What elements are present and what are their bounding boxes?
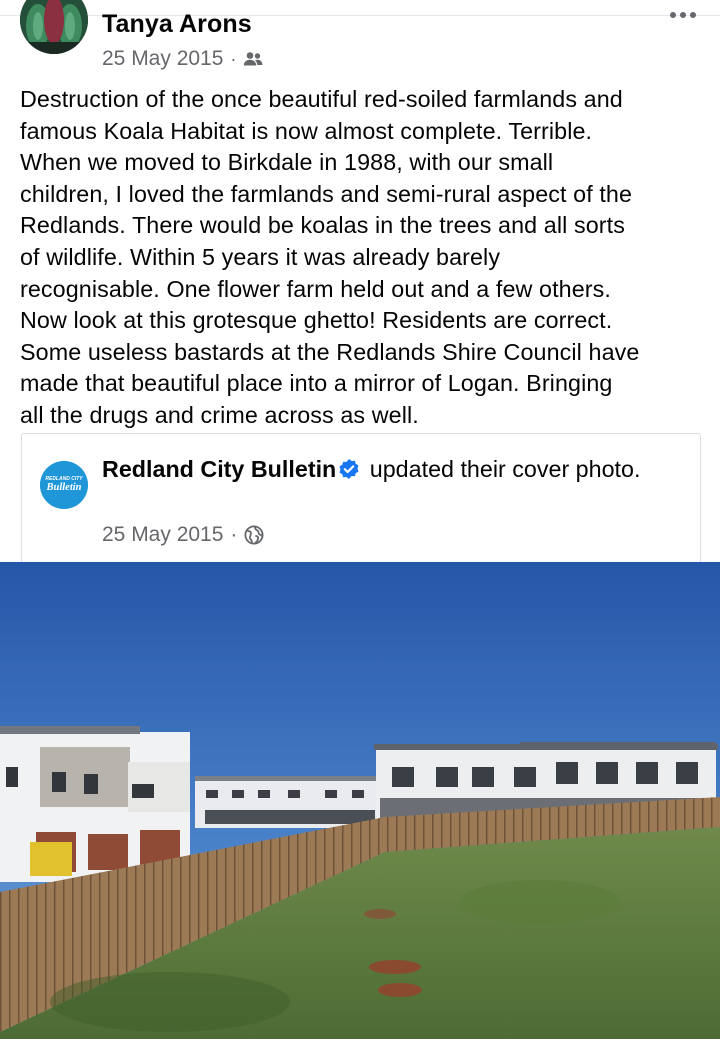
shared-post-card[interactable]: REDLAND CITY Bulletin Redland City Bulle… (21, 433, 701, 566)
shared-meta: 25 May 2015 · (102, 523, 264, 547)
shared-meta-separator: · (230, 523, 238, 546)
post-meta: 25 May 2015 · (102, 47, 263, 71)
shared-action: updated their cover photo. (369, 456, 641, 482)
page-logo[interactable]: REDLAND CITY Bulletin (40, 461, 88, 509)
page-name[interactable]: Redland City Bulletin (102, 456, 336, 482)
logo-text-main: Bulletin (45, 482, 81, 493)
post-date[interactable]: 25 May 2015 (102, 47, 223, 71)
more-options-icon[interactable] (670, 12, 696, 18)
meta-separator: · (230, 48, 237, 69)
cover-photo[interactable] (0, 562, 720, 1039)
author-avatar[interactable] (20, 0, 88, 54)
globe-icon (244, 525, 264, 545)
shared-headline: Redland City Bulletin updated their cove… (102, 453, 682, 489)
cover-photo-image (0, 562, 720, 1039)
friends-icon (243, 51, 263, 67)
post-text: Destruction of the once beautiful red-so… (20, 86, 640, 428)
shared-date[interactable]: 25 May 2015 (102, 523, 223, 547)
verified-badge-icon (338, 456, 360, 489)
author-name[interactable]: Tanya Arons (102, 10, 252, 39)
